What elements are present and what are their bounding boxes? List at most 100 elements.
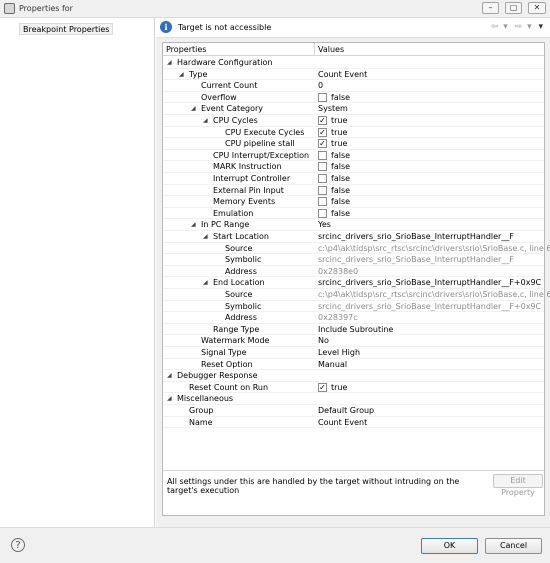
property-checkbox[interactable] <box>318 92 327 102</box>
property-name: Reset Option <box>201 359 253 369</box>
table-row[interactable]: Range Type Include Subroutine <box>163 324 544 336</box>
table-row[interactable]: Signal Type Level High <box>163 347 544 359</box>
table-row[interactable]: Address 0x2838e0 <box>163 266 544 278</box>
table-row[interactable]: Reset Option Manual <box>163 359 544 371</box>
expand-arrow-icon[interactable]: ◢ <box>167 395 172 402</box>
table-row[interactable]: ◢ Debugger Response <box>163 370 544 382</box>
property-name: External Pin Input <box>213 185 284 195</box>
property-name: Source <box>225 243 253 253</box>
table-row[interactable]: Address 0x28397c <box>163 312 544 324</box>
property-value[interactable]: Level High <box>318 348 360 357</box>
footer-divider <box>163 470 544 471</box>
property-name: Overflow <box>201 92 237 102</box>
property-checkbox[interactable]: ✓ <box>318 382 327 392</box>
property-checkbox[interactable]: ✓ <box>318 127 327 137</box>
table-row[interactable]: Reset Count on Run ✓ true <box>163 382 544 394</box>
table-row[interactable]: Overflow false <box>163 92 544 104</box>
table-row[interactable]: Current Count 0 <box>163 80 544 92</box>
table-row[interactable]: ◢ Event Category System <box>163 103 544 115</box>
table-row[interactable]: Source c:\p4\ak\tidsp\src_rtsc\srcinc\dri… <box>163 243 550 255</box>
maximize-button[interactable]: ▢ <box>505 2 522 14</box>
table-row[interactable]: ◢ End Location srcinc_drivers_srio_SrioBas… <box>163 277 544 289</box>
table-row[interactable]: ◢ Hardware Configuration <box>163 57 544 69</box>
property-value[interactable]: No <box>318 336 329 345</box>
ok-button[interactable]: OK <box>421 538 478 554</box>
table-row[interactable]: ◢ Type Count Event <box>163 69 544 81</box>
property-checkbox[interactable] <box>318 162 327 172</box>
table-row[interactable]: ◢ Start Location srcinc_drivers_srio_SrioB… <box>163 231 544 243</box>
column-header-properties[interactable]: Properties <box>166 45 206 54</box>
table-row[interactable]: ◢ In PC Range Yes <box>163 219 544 231</box>
expand-arrow-icon[interactable]: ◢ <box>167 372 172 379</box>
property-name: Address <box>225 266 257 276</box>
property-value: true <box>331 127 348 137</box>
edit-property-button[interactable]: Edit Property <box>493 474 543 497</box>
table-row[interactable]: Group Default Group <box>163 405 544 417</box>
property-value[interactable]: 0 <box>318 81 323 90</box>
property-name: End Location <box>213 278 265 288</box>
column-header-values[interactable]: Values <box>318 45 344 54</box>
title-bar: Properties for – ▢ ✕ <box>0 0 550 18</box>
property-checkbox[interactable] <box>318 208 327 218</box>
expand-arrow-icon[interactable]: ◢ <box>203 233 208 240</box>
property-name: Group <box>189 406 214 415</box>
table-row[interactable]: Emulation false <box>163 208 544 220</box>
table-row[interactable]: Watermark Mode No <box>163 335 544 347</box>
property-value[interactable]: Count Event <box>318 70 367 79</box>
property-value: true <box>331 116 348 125</box>
forward-arrow-icon[interactable]: ⇨ ▾ <box>515 22 533 32</box>
app-icon <box>4 3 15 14</box>
property-value[interactable]: Manual <box>318 360 347 369</box>
property-value: srcinc_drivers_srio_SrioBase_InterruptHa… <box>318 255 514 265</box>
property-name: Start Location <box>213 232 269 241</box>
expand-arrow-icon[interactable]: ◢ <box>191 105 196 112</box>
property-value[interactable]: Default Group <box>318 406 374 415</box>
property-checkbox[interactable]: ✓ <box>318 116 327 125</box>
expand-arrow-icon[interactable]: ◢ <box>167 59 172 66</box>
property-value[interactable]: srcinc_drivers_srio_SrioBase_InterruptHa… <box>318 232 514 241</box>
table-row[interactable]: Source c:\p4\ak\tidsp\src_rtsc\srcinc\dri… <box>163 289 550 301</box>
table-row[interactable]: ◢ CPU Cycles ✓ true <box>163 115 544 127</box>
property-name: Event Category <box>201 104 264 114</box>
property-name: Type <box>189 69 208 79</box>
property-checkbox[interactable] <box>318 197 327 207</box>
close-button[interactable]: ✕ <box>528 2 546 14</box>
table-row[interactable]: Interrupt Controller false <box>163 173 544 185</box>
back-arrow-icon[interactable]: ⇦ ▾ <box>491 22 509 32</box>
table-row[interactable]: Memory Events false <box>163 196 544 208</box>
minimize-button[interactable]: – <box>482 2 499 14</box>
table-row[interactable]: External Pin Input false <box>163 185 544 197</box>
menu-triangle-icon[interactable]: ▾ <box>538 22 544 32</box>
message-text: Target is not accessible <box>178 23 272 32</box>
cancel-button[interactable]: Cancel <box>485 538 542 554</box>
expand-arrow-icon[interactable]: ◢ <box>203 279 208 286</box>
expand-arrow-icon[interactable]: ◢ <box>191 221 196 228</box>
table-row[interactable]: CPU Interrupt/Exception false <box>163 150 544 162</box>
column-separator[interactable] <box>314 43 315 56</box>
sidebar-item-breakpoint-properties[interactable]: Breakpoint Properties <box>19 23 114 35</box>
property-value[interactable]: srcinc_drivers_srio_SrioBase_InterruptHa… <box>318 278 541 287</box>
properties-table[interactable]: Properties Values ◢ Hardware Configuratio… <box>162 42 550 516</box>
property-value: false <box>331 185 351 195</box>
help-icon[interactable]: ? <box>11 538 25 552</box>
property-value[interactable]: Count Event <box>318 418 367 427</box>
property-checkbox[interactable] <box>318 150 327 160</box>
property-name: Miscellaneous <box>177 394 234 404</box>
property-value[interactable]: Include Subroutine <box>318 325 393 334</box>
table-row[interactable]: Name Count Event <box>163 417 544 429</box>
expand-arrow-icon[interactable]: ◢ <box>203 117 208 124</box>
property-value: 0x28397c <box>318 313 358 323</box>
property-name: Reset Count on Run <box>189 382 269 392</box>
property-value[interactable]: System <box>318 104 348 113</box>
table-row[interactable]: ◢ Miscellaneous <box>163 393 544 405</box>
table-row[interactable]: CPU Execute Cycles ✓ true <box>163 127 544 139</box>
table-row[interactable]: MARK Instruction false <box>163 161 544 173</box>
property-value[interactable]: Yes <box>318 220 331 229</box>
property-checkbox[interactable] <box>318 185 327 195</box>
table-row[interactable]: CPU pipeline stall ✓ true <box>163 138 544 150</box>
property-checkbox[interactable]: ✓ <box>318 139 327 149</box>
property-checkbox[interactable] <box>318 174 327 183</box>
expand-arrow-icon[interactable]: ◢ <box>179 71 184 78</box>
table-row[interactable]: Symbolic srcinc_drivers_srio_SrioBase_Int… <box>163 301 544 313</box>
table-row[interactable]: Symbolic srcinc_drivers_srio_SrioBase_Int… <box>163 254 544 266</box>
